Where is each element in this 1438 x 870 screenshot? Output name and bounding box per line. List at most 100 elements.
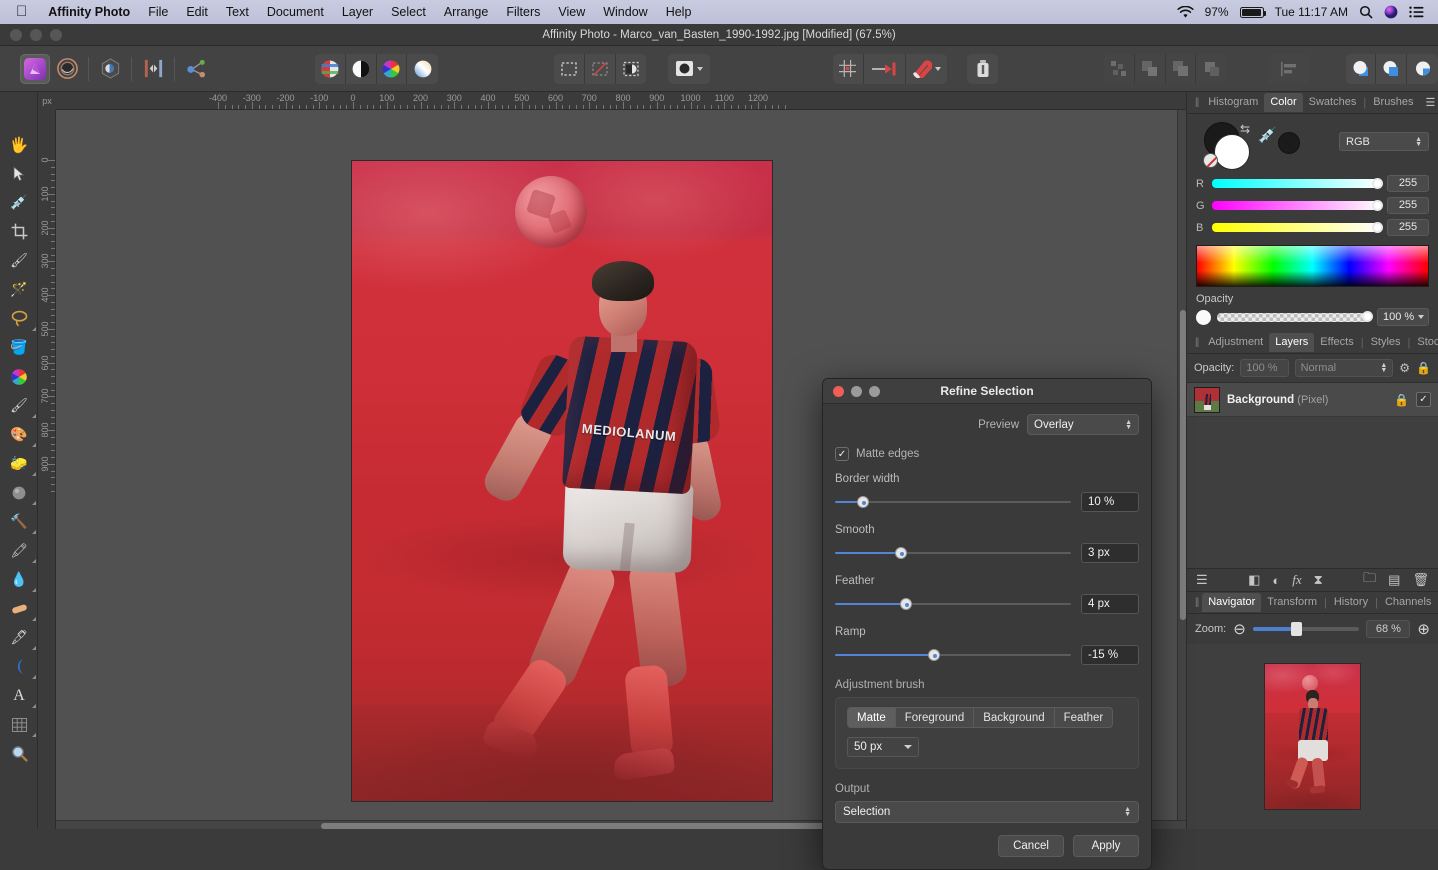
channel-knob-g[interactable] <box>1372 200 1383 211</box>
mesh-warp-tool[interactable] <box>0 710 38 739</box>
mask-button[interactable] <box>668 54 710 84</box>
gradient-tool[interactable] <box>0 362 38 391</box>
color-picker-tool[interactable]: 💉 <box>0 188 38 217</box>
navigator-preview[interactable] <box>1187 644 1438 829</box>
snap-to-button[interactable] <box>864 54 906 84</box>
channel-knob-b[interactable] <box>1372 222 1383 233</box>
brush-size-caret[interactable] <box>904 745 912 749</box>
magnet-dropdown-caret[interactable] <box>935 67 941 71</box>
delete-layer-icon[interactable]: 🗑 <box>1412 572 1429 588</box>
develop-persona-button[interactable] <box>95 54 125 84</box>
channel-value-g[interactable]: 255 <box>1387 197 1429 214</box>
feather-slider[interactable] <box>835 598 1071 610</box>
tab-stock[interactable]: Stock <box>1411 333 1438 352</box>
menu-view[interactable]: View <box>549 5 594 19</box>
pen-flyout-arrow[interactable] <box>32 646 36 650</box>
zoom-slider-thumb[interactable] <box>1291 622 1302 636</box>
pixel-brush-tool[interactable]: 🎨 <box>0 420 38 449</box>
opacity-slider[interactable] <box>1217 313 1371 322</box>
menubar-clock[interactable]: Tue 11:17 AM <box>1275 5 1348 19</box>
clone-brush-tool[interactable]: 🔨 <box>0 507 38 536</box>
menu-arrange[interactable]: Arrange <box>435 5 497 19</box>
preview-select[interactable]: Overlay ▲▼ <box>1027 414 1139 435</box>
tab-layers[interactable]: Layers <box>1269 333 1314 352</box>
arrange-scatter-button[interactable] <box>1104 54 1135 84</box>
gear-icon[interactable]: ⚙ <box>1399 361 1410 375</box>
color-mode-stepper[interactable]: ▲▼ <box>1415 137 1422 147</box>
refine-selection-dialog[interactable]: Refine Selection Preview Overlay ▲▼ ✓ Ma… <box>822 378 1152 870</box>
lasso-tool[interactable] <box>0 304 38 333</box>
patch-flyout-arrow[interactable] <box>32 617 36 621</box>
brush-size-select[interactable]: 50 px <box>847 737 919 757</box>
delete-button[interactable] <box>967 54 998 84</box>
shape-tool[interactable] <box>0 652 38 681</box>
inpainting-flyout-arrow[interactable] <box>32 559 36 563</box>
paint-brush-flyout-arrow[interactable] <box>32 414 36 418</box>
inpainting-brush-tool[interactable]: 🖍 <box>0 536 38 565</box>
magic-wand-tool[interactable]: 🪄 <box>0 275 38 304</box>
blur-brush-tool[interactable]: 💧 <box>0 565 38 594</box>
menu-text[interactable]: Text <box>217 5 258 19</box>
preview-stepper[interactable]: ▲▼ <box>1125 420 1132 430</box>
siri-icon[interactable] <box>1384 5 1398 19</box>
tab-adjustment[interactable]: Adjustment <box>1202 333 1269 352</box>
arrange-forward-button[interactable] <box>1166 54 1197 84</box>
tone-mapping-persona-button[interactable] <box>138 54 168 84</box>
mask-dropdown-caret[interactable] <box>697 67 703 71</box>
brush-mode-foreground[interactable]: Foreground <box>896 707 974 728</box>
view-hand-tool[interactable]: 🖐 <box>0 130 38 159</box>
menu-layer[interactable]: Layer <box>333 5 382 19</box>
arrange-back-button[interactable] <box>1196 54 1227 84</box>
ramp-value[interactable]: -15 % <box>1081 645 1139 665</box>
opacity-dropdown-caret[interactable] <box>1418 315 1424 319</box>
document-canvas[interactable]: MEDIOLANUM <box>352 161 772 801</box>
zoom-in-icon[interactable]: ⊕ <box>1417 622 1430 637</box>
zoom-tool[interactable] <box>0 739 38 768</box>
channel-slider-r[interactable] <box>1212 179 1381 188</box>
secondary-color-swatch[interactable] <box>1278 132 1300 154</box>
liquify-persona-button[interactable] <box>52 54 82 84</box>
smooth-value[interactable]: 3 px <box>1081 543 1139 563</box>
adjustment-layer-icon[interactable]: ◐ <box>1272 573 1280 588</box>
layer-lock-icon[interactable]: 🔒 <box>1394 393 1409 407</box>
channel-slider-g[interactable] <box>1212 201 1381 210</box>
layers-stack-icon[interactable]: ☰ <box>1196 572 1208 588</box>
paint-brush-tool[interactable]: 🖌 <box>0 391 38 420</box>
navigator-panel-grip[interactable]: || <box>1191 597 1202 608</box>
channel-value-b[interactable]: 255 <box>1387 219 1429 236</box>
layer-opacity-value[interactable]: 100 % <box>1240 359 1288 377</box>
menu-select[interactable]: Select <box>382 5 435 19</box>
tab-brushes[interactable]: Brushes <box>1367 93 1419 112</box>
battery-icon[interactable] <box>1240 7 1264 18</box>
tab-effects[interactable]: Effects <box>1314 333 1359 352</box>
tab-channels[interactable]: Channels <box>1379 593 1437 612</box>
opacity-value[interactable]: 100 % <box>1377 308 1429 326</box>
tab-styles[interactable]: Styles <box>1365 333 1407 352</box>
layers-list[interactable]: Background (Pixel) 🔒 ✓ <box>1187 383 1438 568</box>
tab-navigator[interactable]: Navigator <box>1202 593 1261 612</box>
swap-colors-icon[interactable]: ⇆ <box>1240 122 1250 136</box>
feather-value[interactable]: 4 px <box>1081 594 1139 614</box>
matte-edges-checkbox[interactable]: ✓ <box>835 447 849 461</box>
export-persona-button[interactable] <box>181 54 211 84</box>
panel-drag-grip[interactable]: || <box>1191 97 1202 108</box>
pen-tool[interactable]: 🖋 <box>0 623 38 652</box>
text-flyout-arrow[interactable] <box>32 704 36 708</box>
channel-value-r[interactable]: 255 <box>1387 175 1429 192</box>
menu-edit[interactable]: Edit <box>177 5 217 19</box>
canvas-vertical-scrollbar[interactable] <box>1177 110 1186 820</box>
cancel-button[interactable]: Cancel <box>998 835 1064 857</box>
pixel-brush-flyout-arrow[interactable] <box>32 443 36 447</box>
panel-menu-icon[interactable]: ☰ <box>1420 96 1438 109</box>
layer-blend-stepper[interactable]: ▲▼ <box>1380 363 1387 373</box>
dodge-flyout-arrow[interactable] <box>32 501 36 505</box>
effects-fx-icon[interactable]: fx <box>1292 572 1301 588</box>
erase-flyout-arrow[interactable] <box>32 472 36 476</box>
zoom-out-icon[interactable]: ⊖ <box>1233 622 1246 637</box>
flood-fill-tool[interactable]: 🪣 <box>0 333 38 362</box>
menu-app-name[interactable]: Affinity Photo <box>39 5 139 19</box>
grid-button[interactable] <box>833 54 864 84</box>
wifi-icon[interactable] <box>1177 6 1194 19</box>
matte-edges-row[interactable]: ✓ Matte edges <box>835 447 1139 461</box>
mesh-flyout-arrow[interactable] <box>32 733 36 737</box>
